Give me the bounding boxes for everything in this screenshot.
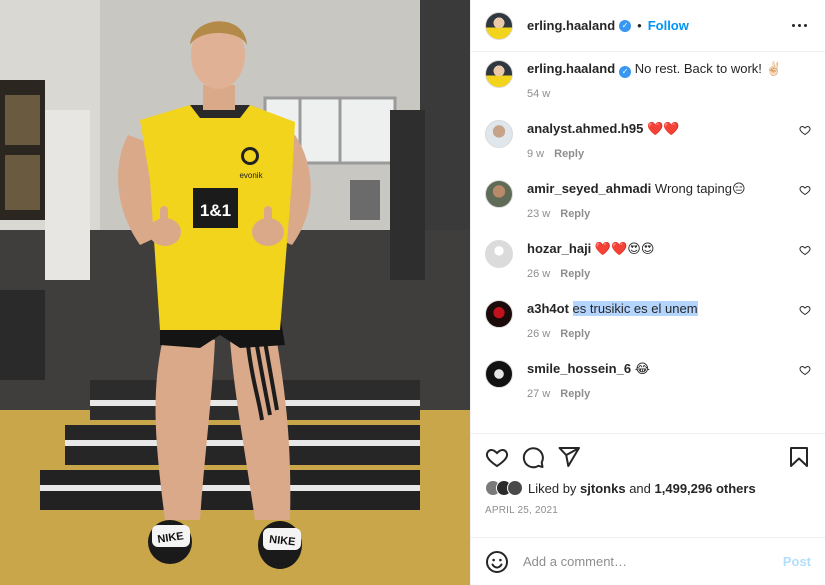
emoji-smiley-icon[interactable] [485, 550, 509, 574]
likers-avatar-stack[interactable] [485, 480, 523, 496]
share-paper-plane-icon[interactable] [557, 445, 581, 469]
comment-text-selected: es trusikic es el unem [572, 301, 698, 316]
comment-text: Wrong taping😑 [654, 181, 746, 196]
comment-age[interactable]: 9 w [527, 148, 544, 160]
like-comment-heart-icon[interactable] [799, 304, 811, 316]
comment-item: smile_hossein_6 😂 27 w Reply [485, 360, 811, 400]
likes-summary: Liked by sjtonks and 1,499,296 others [485, 480, 811, 496]
jersey-brand-text: evonik [239, 171, 263, 180]
comment-meta: 26 w Reply [527, 328, 787, 340]
comment-username[interactable]: analyst.ahmed.h95 [527, 121, 643, 136]
caption-avatar[interactable] [485, 60, 513, 88]
post-header: erling.haaland ✓ • Follow [471, 0, 825, 52]
comment-avatar[interactable] [485, 180, 513, 208]
author-avatar[interactable] [485, 11, 513, 40]
comment-meta: 23 w Reply [527, 208, 787, 220]
like-heart-icon[interactable] [485, 445, 509, 469]
comment-item: hozar_haji ❤️❤️😍😍 26 w Reply [485, 240, 811, 280]
comments-list[interactable]: erling.haaland ✓ No rest. Back to work! ✌… [471, 52, 825, 433]
add-comment-input[interactable] [523, 554, 783, 569]
like-comment-heart-icon[interactable] [799, 124, 811, 136]
comment-text: 😂 [634, 361, 650, 376]
reply-button[interactable]: Reply [560, 268, 590, 280]
comment-item: analyst.ahmed.h95 ❤️❤️ 9 w Reply [485, 120, 811, 160]
comment-meta: 9 w Reply [527, 148, 787, 160]
likes-joiner: and [629, 480, 651, 496]
like-comment-heart-icon[interactable] [799, 364, 811, 376]
comment-age[interactable]: 23 w [527, 208, 550, 220]
comment-text-line: amir_seyed_ahmadi Wrong taping😑 [527, 180, 787, 198]
comment-text-line: hozar_haji ❤️❤️😍😍 [527, 240, 787, 258]
reply-button[interactable]: Reply [560, 208, 590, 220]
caption-age[interactable]: 54 w [527, 88, 550, 100]
comment-meta: 27 w Reply [527, 388, 787, 400]
comment-body: smile_hossein_6 😂 27 w Reply [527, 360, 811, 400]
verified-badge-icon: ✓ [619, 19, 632, 32]
comment-avatar[interactable] [485, 360, 513, 388]
comment-text-line: analyst.ahmed.h95 ❤️❤️ [527, 120, 787, 138]
caption: erling.haaland ✓ No rest. Back to work! ✌… [485, 60, 811, 100]
comment-age[interactable]: 26 w [527, 268, 550, 280]
verified-badge-icon: ✓ [619, 66, 632, 78]
action-icons [485, 444, 811, 470]
comment-text-line: a3h4ot es trusikic es el unem [527, 300, 787, 318]
like-comment-heart-icon[interactable] [799, 244, 811, 256]
likes-prefix: Liked by [528, 480, 577, 496]
comment-body: hozar_haji ❤️❤️😍😍 26 w Reply [527, 240, 811, 280]
comment-item: amir_seyed_ahmadi Wrong taping😑 23 w Repl… [485, 180, 811, 220]
comment-body: a3h4ot es trusikic es el unem 26 w Reply [527, 300, 811, 340]
header-separator: • [637, 18, 642, 33]
caption-username[interactable]: erling.haaland [527, 61, 615, 76]
comment-avatar[interactable] [485, 300, 513, 328]
comment-body: amir_seyed_ahmadi Wrong taping😑 23 w Repl… [527, 180, 811, 220]
likes-count[interactable]: 1,499,296 others [655, 481, 756, 496]
comment-username[interactable]: amir_seyed_ahmadi [527, 181, 651, 196]
default-avatar-icon[interactable] [485, 240, 513, 268]
post-sidebar: erling.haaland ✓ • Follow erling.haaland… [470, 0, 825, 585]
comment-text-line: smile_hossein_6 😂 [527, 360, 787, 378]
comment-body: analyst.ahmed.h95 ❤️❤️ 9 w Reply [527, 120, 811, 160]
comment-avatar[interactable] [485, 120, 513, 148]
comment-text: ❤️❤️😍😍 [594, 241, 655, 256]
caption-text: No rest. Back to work! ✌🏻 [634, 61, 782, 76]
post-actions: Liked by sjtonks and 1,499,296 others AP… [471, 433, 825, 537]
comment-bubble-icon[interactable] [521, 445, 545, 469]
comment-text: ❤️❤️ [646, 121, 680, 136]
author-username[interactable]: erling.haaland [527, 18, 615, 33]
comment-username[interactable]: a3h4ot [527, 301, 569, 316]
instagram-post: NIKE NIKE 1&1 evonik erling.haaland ✓ • … [0, 0, 825, 585]
caption-body: erling.haaland ✓ No rest. Back to work! ✌… [527, 60, 811, 100]
jersey-sponsor-text: 1&1 [200, 201, 231, 220]
comment-username[interactable]: smile_hossein_6 [527, 361, 631, 376]
post-comment-button[interactable]: Post [783, 554, 811, 569]
post-photo[interactable]: NIKE NIKE 1&1 evonik [0, 0, 470, 585]
post-date[interactable]: APRIL 25, 2021 [485, 505, 811, 516]
comment-age[interactable]: 26 w [527, 328, 550, 340]
like-comment-heart-icon[interactable] [799, 184, 811, 196]
reply-button[interactable]: Reply [560, 388, 590, 400]
reply-button[interactable]: Reply [554, 148, 584, 160]
gym-photo-illustration: NIKE NIKE 1&1 evonik [0, 0, 470, 585]
add-comment-bar: Post [471, 537, 825, 585]
caption-meta: 54 w [527, 88, 787, 100]
comment-item: a3h4ot es trusikic es el unem 26 w Reply [485, 300, 811, 340]
more-horizontal-icon[interactable] [787, 14, 811, 38]
comment-username[interactable]: hozar_haji [527, 241, 591, 256]
comment-age[interactable]: 27 w [527, 388, 550, 400]
follow-button[interactable]: Follow [648, 18, 689, 33]
liked-by-user[interactable]: sjtonks [580, 481, 626, 496]
comment-meta: 26 w Reply [527, 268, 787, 280]
reply-button[interactable]: Reply [560, 328, 590, 340]
save-bookmark-icon[interactable] [787, 445, 811, 469]
caption-text-line: erling.haaland ✓ No rest. Back to work! ✌… [527, 60, 787, 78]
